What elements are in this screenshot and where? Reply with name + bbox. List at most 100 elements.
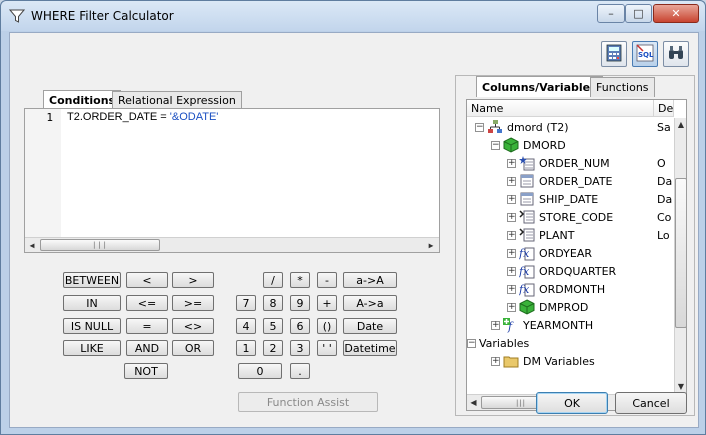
key-multiply-button[interactable]: * <box>290 272 310 288</box>
key-divide-button[interactable]: / <box>263 272 283 288</box>
scroll-left-icon[interactable]: ◀ <box>25 238 39 252</box>
tree-node[interactable]: − Variables <box>467 334 674 352</box>
expand-icon[interactable]: + <box>507 266 516 276</box>
sql-view-button[interactable]: SQL <box>632 41 658 67</box>
op-is-null-button[interactable]: IS NULL <box>63 318 121 334</box>
key-1-button[interactable]: 1 <box>236 340 256 356</box>
collapse-icon[interactable]: − <box>475 122 484 132</box>
op-or-button[interactable]: OR <box>172 340 214 356</box>
tree-node[interactable]: + fx ORDMONTH <box>507 280 674 298</box>
tree-node[interactable]: − dmord (T2) <box>475 118 674 136</box>
scroll-right-icon[interactable]: ▶ <box>424 238 438 252</box>
tree-node[interactable]: + PLANT <box>507 226 674 244</box>
tree-scroll-thumb[interactable] <box>675 178 686 328</box>
editor-horizontal-scrollbar[interactable]: ◀ ||| ▶ <box>25 237 439 252</box>
expand-icon[interactable]: + <box>507 158 516 168</box>
expand-icon[interactable]: + <box>507 248 516 258</box>
minimize-icon: – <box>608 7 614 20</box>
title-bar[interactable]: WHERE Filter Calculator – □ ✕ <box>1 1 705 31</box>
columns-tree[interactable]: Name Descr −dmord (T2)Sa −DMORD+ORDER_NUM… <box>466 99 687 411</box>
op-between-button[interactable]: BETWEEN <box>63 272 121 288</box>
op-greater-equal-button[interactable]: >= <box>172 295 214 311</box>
scroll-thumb[interactable]: ||| <box>40 239 160 251</box>
tree-node[interactable]: + f YEARMONTH <box>491 316 674 334</box>
op-equal-button[interactable]: = <box>126 318 168 334</box>
expand-icon[interactable]: + <box>491 320 500 330</box>
calculator-button[interactable] <box>601 41 627 67</box>
tree-node-label: DM Variables <box>523 354 595 368</box>
tree-node-description: Sa <box>657 121 671 134</box>
code-line[interactable]: T2.ORDER_DATE = '&ODATE' <box>67 111 218 123</box>
column-header-name[interactable]: Name <box>467 100 654 117</box>
expand-icon[interactable]: + <box>507 212 516 222</box>
maximize-button[interactable]: □ <box>625 4 652 23</box>
key-plus-button[interactable]: + <box>317 295 337 311</box>
expand-icon[interactable]: + <box>507 302 516 312</box>
code-string-literal: '&ODATE' <box>169 111 219 123</box>
op-less-equal-button[interactable]: <= <box>126 295 168 311</box>
tab-columns-variables[interactable]: Columns/Variables <box>476 76 603 97</box>
column-header-description[interactable]: Descr <box>654 100 674 117</box>
tree-node-label: Variables <box>479 336 530 350</box>
tree-node[interactable]: + ORDER_NUM <box>507 154 674 172</box>
find-button[interactable] <box>663 41 689 67</box>
close-button[interactable]: ✕ <box>653 4 699 23</box>
key-5-button[interactable]: 5 <box>263 318 283 334</box>
key-6-button[interactable]: 6 <box>290 318 310 334</box>
op-not-equal-button[interactable]: <> <box>172 318 214 334</box>
key-minus-button[interactable]: - <box>317 272 337 288</box>
function-assist-button[interactable]: Function Assist <box>238 392 378 412</box>
dialog-window: WHERE Filter Calculator – □ ✕ SQL Condit… <box>0 0 706 435</box>
tree-node-description: Co <box>657 211 672 224</box>
tree-node[interactable]: + DMPROD <box>507 298 674 316</box>
tab-conditions[interactable]: Conditions <box>43 90 122 110</box>
condition-editor[interactable]: 1 T2.ORDER_DATE = '&ODATE' ◀ ||| ▶ <box>24 108 440 253</box>
key-7-button[interactable]: 7 <box>236 295 256 311</box>
cancel-button[interactable]: Cancel <box>615 392 687 414</box>
tab-functions[interactable]: Functions <box>590 77 655 97</box>
expand-icon[interactable]: + <box>507 176 516 186</box>
expand-icon[interactable]: + <box>507 230 516 240</box>
op-like-button[interactable]: LIKE <box>63 340 121 356</box>
scroll-left-icon[interactable]: ◀ <box>467 395 480 410</box>
tree-node[interactable]: + STORE_CODE <box>507 208 674 226</box>
expand-icon[interactable]: + <box>491 356 500 366</box>
expand-icon[interactable]: + <box>507 194 516 204</box>
minimize-button[interactable]: – <box>597 4 625 23</box>
scroll-up-icon[interactable]: ▲ <box>675 118 686 131</box>
tab-columns-variables-label: Columns/Variables <box>482 80 597 94</box>
key-4-button[interactable]: 4 <box>236 318 256 334</box>
key-parens-button[interactable]: () <box>317 318 337 334</box>
lowercase-button[interactable]: a->A <box>343 272 397 288</box>
key-3-button[interactable]: 3 <box>290 340 310 356</box>
key-quotes-button[interactable]: ' ' <box>317 340 337 356</box>
key-9-button[interactable]: 9 <box>290 295 310 311</box>
tree-node[interactable]: − DMORD <box>491 136 674 154</box>
ok-button[interactable]: OK <box>536 392 608 414</box>
collapse-icon[interactable]: − <box>491 140 500 150</box>
op-and-button[interactable]: AND <box>126 340 168 356</box>
tree-node-label: ORDQUARTER <box>539 264 617 278</box>
tree-node[interactable]: + DM Variables <box>491 352 674 370</box>
tree-node[interactable]: + fx ORDYEAR <box>507 244 674 262</box>
tree-node-label: YEARMONTH <box>523 318 594 332</box>
tree-node[interactable]: + fx ORDQUARTER <box>507 262 674 280</box>
key-0-button[interactable]: 0 <box>238 363 282 379</box>
datetime-button[interactable]: Datetime <box>343 340 397 356</box>
op-greater-than-button[interactable]: > <box>172 272 214 288</box>
expand-icon[interactable]: + <box>507 284 516 294</box>
tree-node[interactable]: + ORDER_DATE <box>507 172 674 190</box>
op-less-than-button[interactable]: < <box>126 272 168 288</box>
tree-node[interactable]: + SHIP_DATE <box>507 190 674 208</box>
key-2-button[interactable]: 2 <box>263 340 283 356</box>
op-not-button[interactable]: NOT <box>124 363 168 379</box>
key-8-button[interactable]: 8 <box>263 295 283 311</box>
date-button[interactable]: Date <box>343 318 397 334</box>
uppercase-button[interactable]: A->a <box>343 295 397 311</box>
key-dot-button[interactable]: . <box>290 363 310 379</box>
tab-relational-expression[interactable]: Relational Expression <box>112 91 242 109</box>
collapse-icon[interactable]: − <box>467 338 476 348</box>
date-column-icon <box>519 191 535 207</box>
tree-vertical-scrollbar[interactable]: ▲ ▼ <box>674 118 686 394</box>
op-in-button[interactable]: IN <box>63 295 121 311</box>
